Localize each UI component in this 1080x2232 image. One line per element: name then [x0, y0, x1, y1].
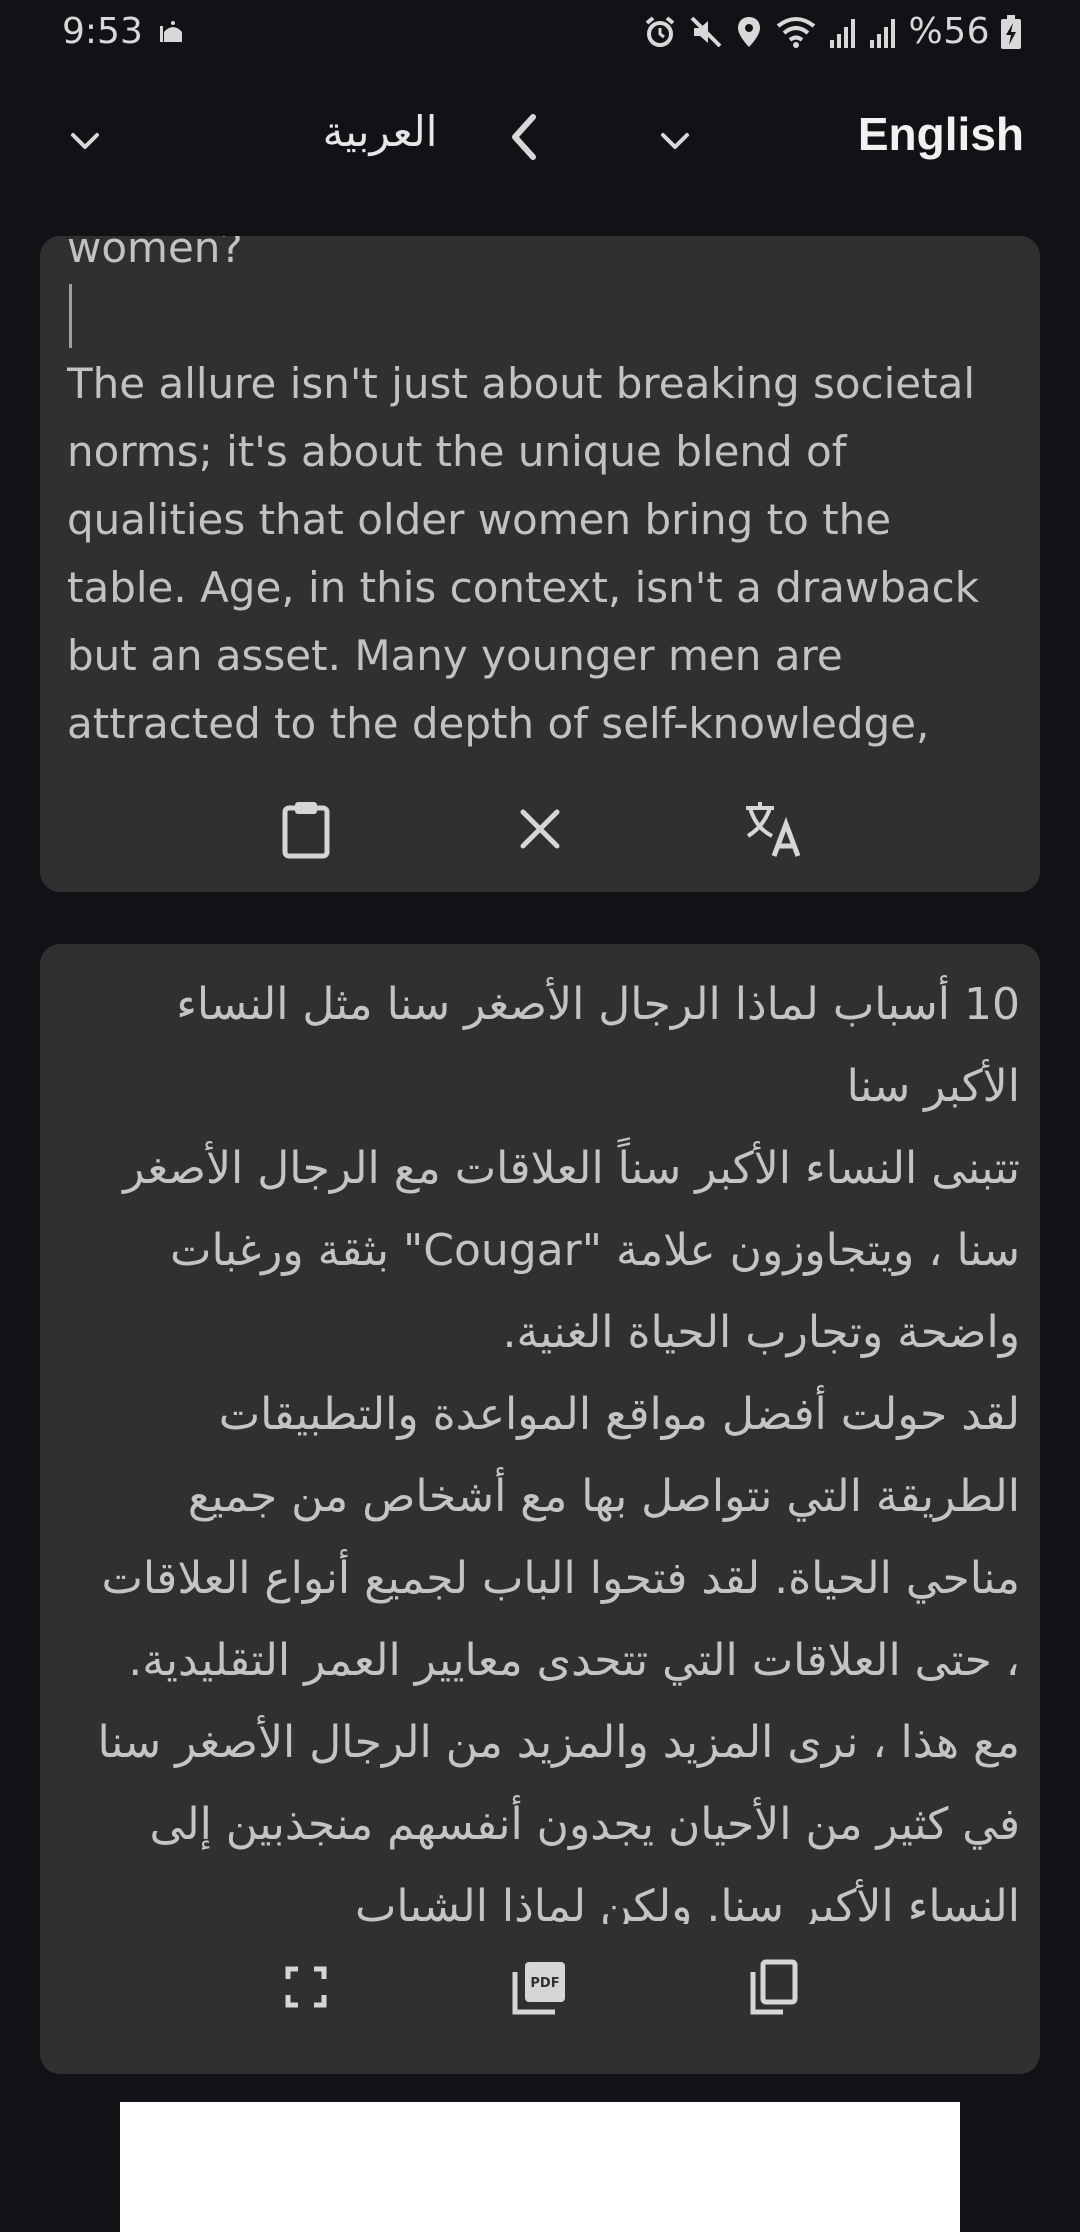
source-text-input[interactable]: women? The allure isn't just about break…	[67, 236, 1017, 766]
swap-languages-button[interactable]	[490, 104, 560, 174]
source-language-dropdown[interactable]	[640, 108, 710, 178]
status-bar: 9:53 %56	[0, 0, 1080, 64]
source-text: The allure isn't just about breaking soc…	[67, 359, 980, 748]
svg-text:PDF: PDF	[530, 1976, 559, 1991]
chevron-down-icon	[655, 121, 695, 165]
source-text-start: women?	[67, 236, 243, 272]
chevron-left-icon	[503, 109, 547, 169]
clear-button[interactable]	[495, 786, 585, 876]
ad-banner[interactable]	[120, 2102, 960, 2232]
source-actions	[40, 786, 1040, 876]
translation-actions: PDF	[40, 1944, 1040, 2034]
battery-charging-icon	[1000, 14, 1022, 50]
battery-percent: %56	[908, 11, 990, 52]
status-time: 9:53	[62, 11, 143, 52]
source-language-label[interactable]: English	[858, 104, 1024, 164]
mute-icon	[688, 14, 724, 50]
clear-icon	[517, 806, 563, 856]
target-language-label[interactable]: العربية	[300, 104, 460, 160]
signal-icon	[828, 14, 858, 50]
translated-text: 10 أسباب لماذا الرجال الأصغر سنا مثل الن…	[97, 979, 1020, 1924]
wifi-icon	[774, 14, 818, 50]
mosque-icon	[158, 16, 188, 46]
chevron-down-icon	[65, 121, 105, 165]
paste-button[interactable]	[261, 786, 351, 876]
status-icons: %56	[642, 10, 1022, 54]
text-cursor	[69, 284, 72, 348]
export-pdf-button[interactable]: PDF	[495, 1944, 585, 2034]
copy-button[interactable]	[728, 1944, 818, 2034]
translate-button[interactable]	[728, 786, 818, 876]
copy-icon	[747, 1958, 799, 2020]
source-text-card: women? The allure isn't just about break…	[40, 236, 1040, 892]
translate-icon	[742, 798, 804, 864]
location-icon	[734, 14, 764, 50]
alarm-icon	[642, 14, 678, 50]
signal-icon	[868, 14, 898, 50]
pdf-icon: PDF	[511, 1958, 569, 2020]
fullscreen-icon	[284, 1965, 328, 2013]
clipboard-icon	[278, 799, 334, 863]
fullscreen-button[interactable]	[261, 1944, 351, 2034]
target-language-dropdown[interactable]	[50, 108, 120, 178]
translation-card: 10 أسباب لماذا الرجال الأصغر سنا مثل الن…	[40, 944, 1040, 2074]
language-bar: العربية English	[0, 64, 1080, 208]
